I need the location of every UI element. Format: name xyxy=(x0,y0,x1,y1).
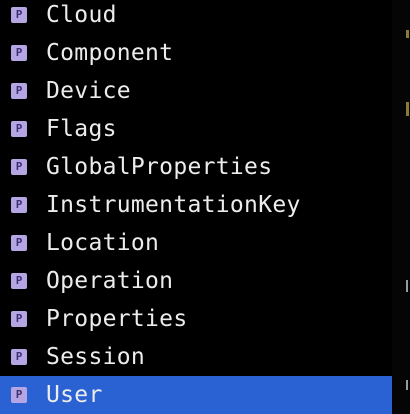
property-icon: P xyxy=(11,83,27,99)
completion-item-cloud[interactable]: P Cloud xyxy=(0,0,392,34)
editor-text-fragment xyxy=(406,380,408,390)
property-icon: P xyxy=(11,387,27,403)
property-icon: P xyxy=(11,121,27,137)
property-icon: P xyxy=(11,311,27,327)
completion-item-label: Location xyxy=(46,230,160,256)
completion-item-label: Device xyxy=(46,78,131,104)
completion-item-label: Operation xyxy=(46,268,174,294)
completion-item-instrumentationkey[interactable]: P InstrumentationKey xyxy=(0,186,392,224)
completion-item-location[interactable]: P Location xyxy=(0,224,392,262)
property-icon: P xyxy=(11,45,27,61)
editor-edge xyxy=(392,0,410,414)
completion-item-user[interactable]: P User xyxy=(0,376,392,414)
property-icon: P xyxy=(11,349,27,365)
property-icon: P xyxy=(11,235,27,251)
completion-item-label: User xyxy=(46,382,103,408)
property-icon: P xyxy=(11,273,27,289)
editor-text-fragment xyxy=(406,280,408,292)
completion-item-label: Cloud xyxy=(46,2,117,28)
completion-item-label: Component xyxy=(46,40,174,66)
completion-item-label: InstrumentationKey xyxy=(46,192,301,218)
completion-item-session[interactable]: P Session xyxy=(0,338,392,376)
editor-text-fragment xyxy=(406,30,409,38)
completion-item-operation[interactable]: P Operation xyxy=(0,262,392,300)
completion-item-globalproperties[interactable]: P GlobalProperties xyxy=(0,148,392,186)
completion-item-component[interactable]: P Component xyxy=(0,34,392,72)
completion-item-device[interactable]: P Device xyxy=(0,72,392,110)
completion-item-label: Properties xyxy=(46,306,188,332)
completion-item-label: Flags xyxy=(46,116,117,142)
completion-list: P Cloud P Component P Device P Flags P G… xyxy=(0,0,392,414)
autocomplete-popup: P Cloud P Component P Device P Flags P G… xyxy=(0,0,410,414)
editor-text-fragment xyxy=(406,102,409,116)
property-icon: P xyxy=(11,197,27,213)
completion-item-flags[interactable]: P Flags xyxy=(0,110,392,148)
completion-item-label: Session xyxy=(46,344,146,370)
completion-item-properties[interactable]: P Properties xyxy=(0,300,392,338)
property-icon: P xyxy=(11,7,27,23)
completion-item-label: GlobalProperties xyxy=(46,154,273,180)
property-icon: P xyxy=(11,159,27,175)
